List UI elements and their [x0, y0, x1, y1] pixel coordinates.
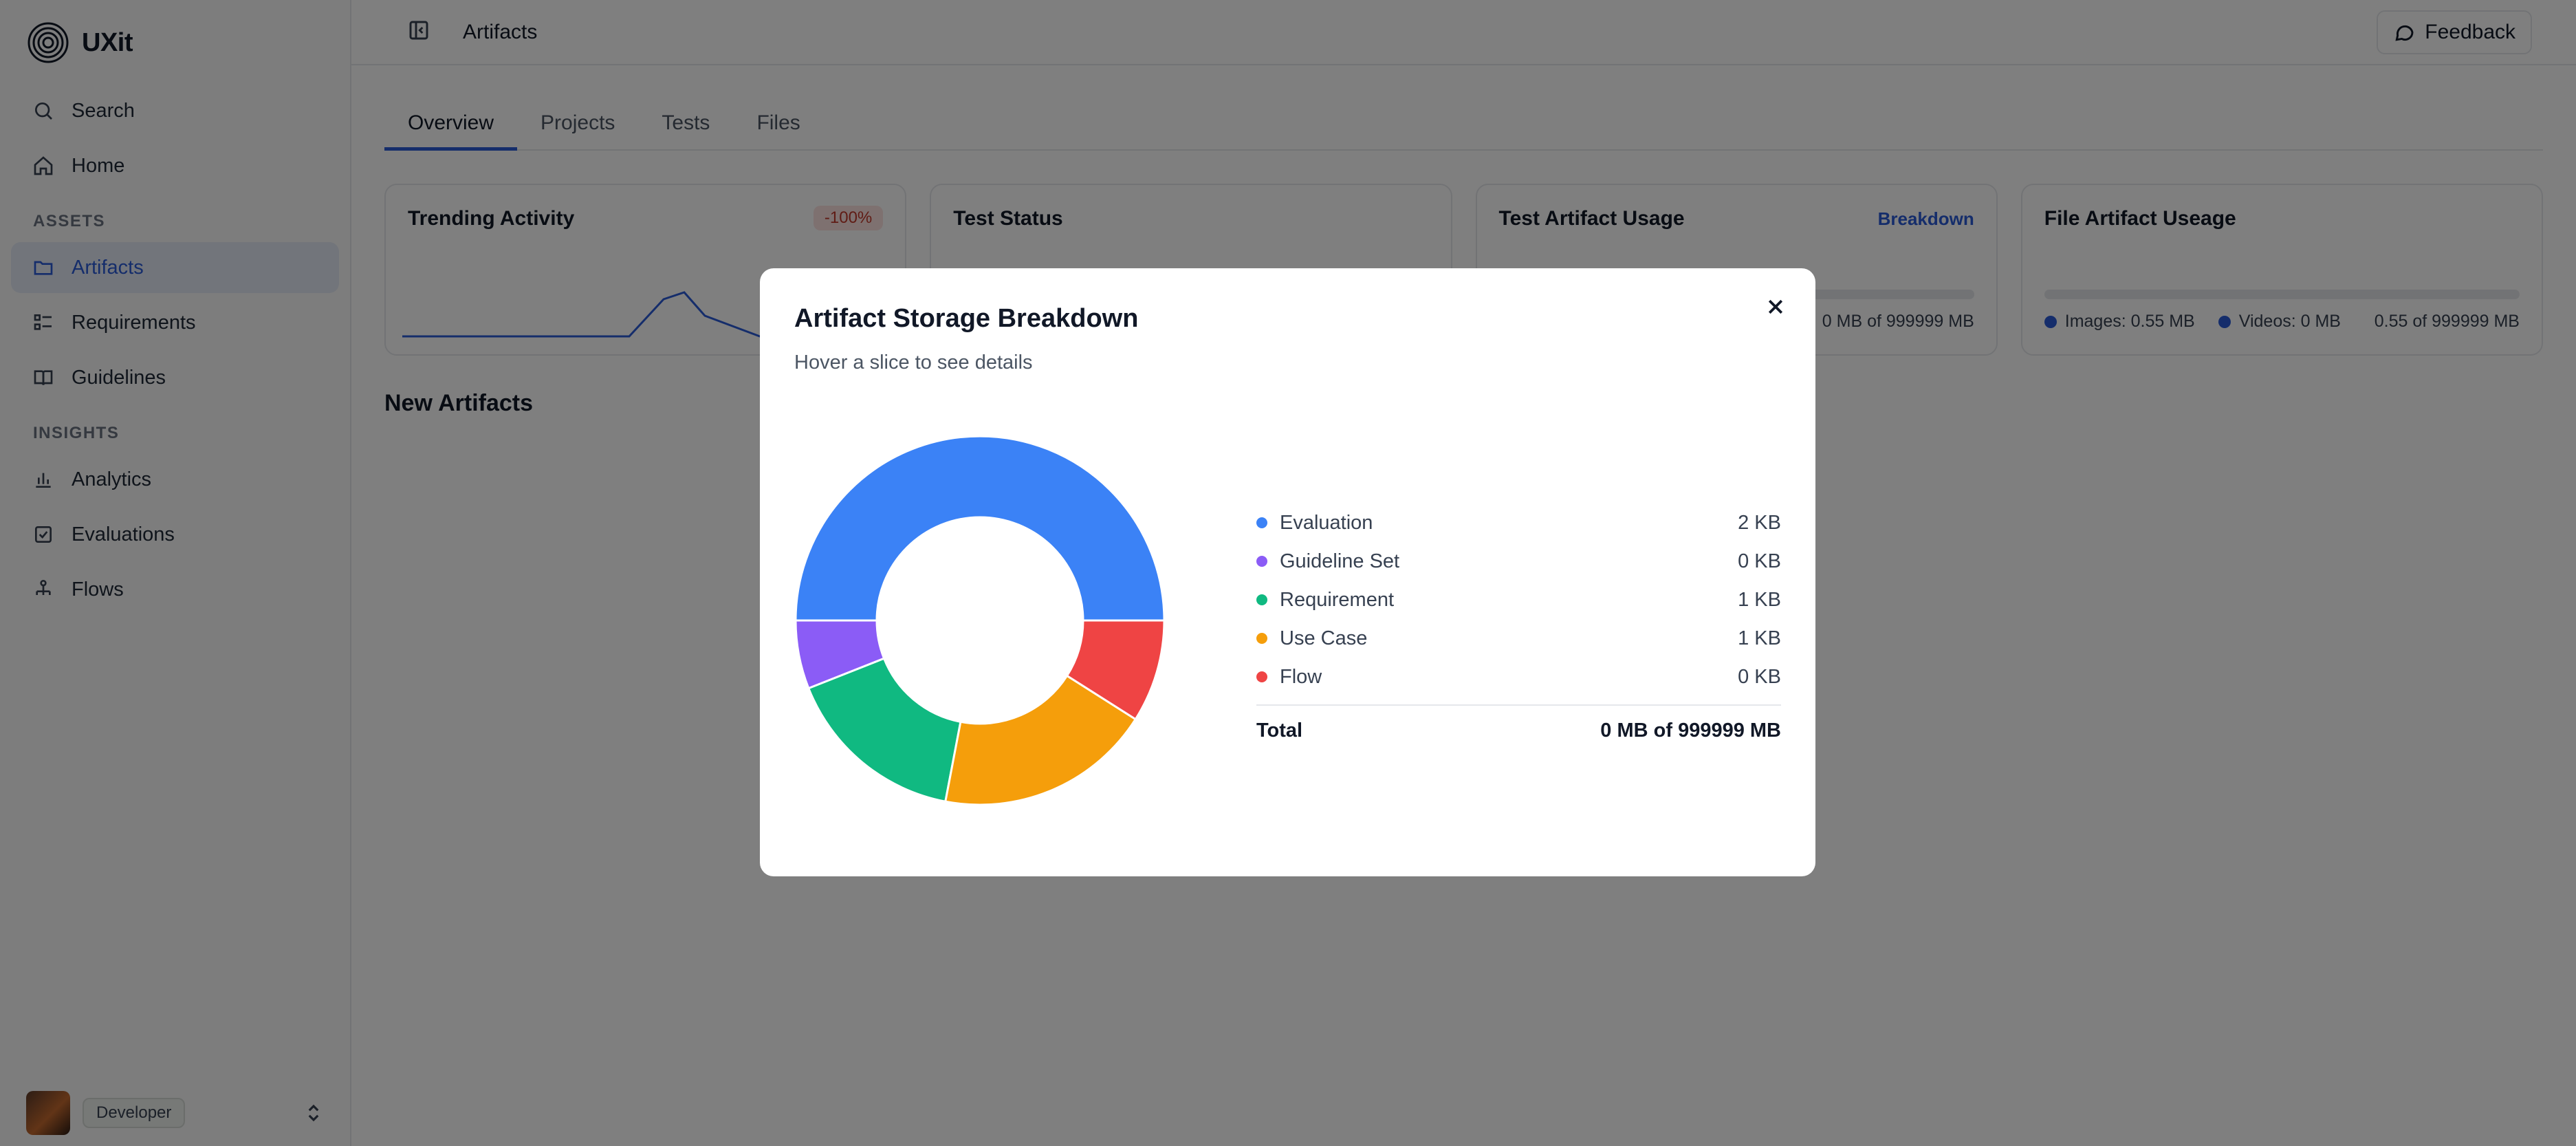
donut-slice-evaluation[interactable]: [794, 435, 1166, 622]
legend-row: Flow 0 KB: [1256, 658, 1781, 696]
legend-row: Use Case 1 KB: [1256, 619, 1781, 658]
legend-label: Guideline Set: [1280, 550, 1400, 572]
chart-legend: Evaluation 2 KB Guideline Set 0 KB Requireme…: [1256, 504, 1781, 742]
legend-label: Flow: [1280, 665, 1322, 688]
legend-value: 0 KB: [1738, 550, 1781, 572]
legend-value: 2 KB: [1738, 511, 1781, 534]
total-value: 0 MB of 999999 MB: [1600, 720, 1781, 742]
total-label: Total: [1256, 720, 1303, 742]
storage-donut-chart[interactable]: [793, 433, 1167, 808]
close-icon: [1768, 299, 1783, 314]
legend-row: Requirement 1 KB: [1256, 581, 1781, 619]
legend-label: Use Case: [1280, 627, 1368, 649]
donut-slice-requirement[interactable]: [807, 657, 962, 803]
legend-label: Requirement: [1280, 588, 1395, 611]
legend-value: 1 KB: [1738, 627, 1781, 649]
legend-value: 1 KB: [1738, 588, 1781, 611]
legend-row: Guideline Set 0 KB: [1256, 542, 1781, 581]
legend-total-row: Total 0 MB of 999999 MB: [1256, 704, 1781, 742]
modal-title: Artifact Storage Breakdown: [794, 304, 1139, 333]
close-button[interactable]: [1762, 293, 1789, 321]
legend-dot: [1256, 556, 1267, 567]
legend-label: Evaluation: [1280, 511, 1373, 534]
legend-row: Evaluation 2 KB: [1256, 504, 1781, 542]
app-root: UXit Search Home ASSETS Artifacts Requir…: [0, 0, 2576, 1146]
legend-dot: [1256, 633, 1267, 644]
legend-dot: [1256, 517, 1267, 528]
storage-breakdown-modal: Artifact Storage Breakdown Hover a slice…: [760, 268, 1815, 876]
modal-subtitle: Hover a slice to see details: [794, 352, 1033, 374]
legend-value: 0 KB: [1738, 665, 1781, 688]
legend-dot: [1256, 594, 1267, 605]
legend-dot: [1256, 671, 1267, 682]
